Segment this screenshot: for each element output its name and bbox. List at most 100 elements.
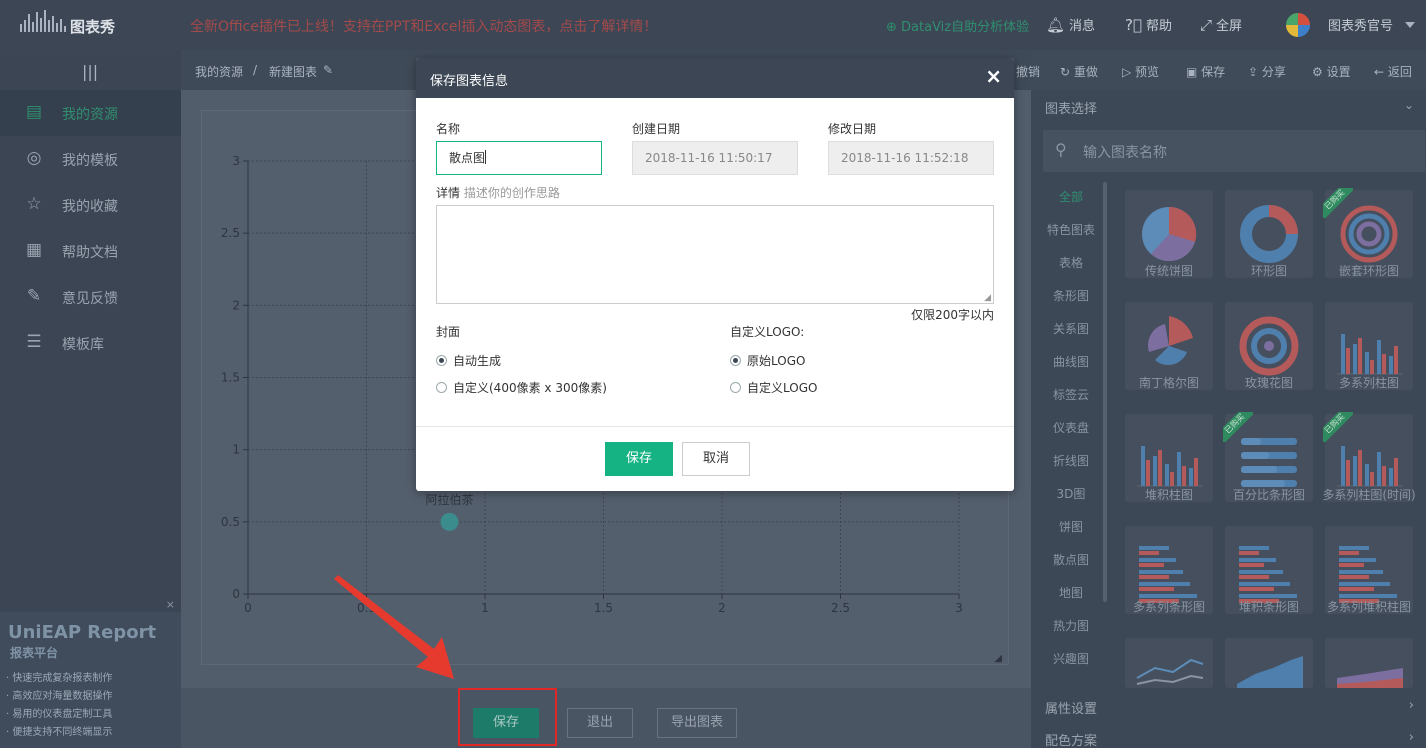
category-item[interactable]: 地图	[1031, 584, 1111, 601]
category-item[interactable]: 表格	[1031, 254, 1111, 271]
category-item[interactable]: 条形图	[1031, 287, 1111, 304]
datav-link[interactable]: ⊕ DataViz自助分析体验	[886, 16, 1029, 35]
chart-thumbnail-label[interactable]: 堆积条形图	[1219, 600, 1319, 614]
chevron-right-icon[interactable]: ›	[1409, 698, 1414, 713]
category-item[interactable]: 饼图	[1031, 518, 1111, 535]
chart-thumbnail-label[interactable]: 多系列柱图(时间)	[1319, 488, 1419, 502]
chart-thumbnail[interactable]	[1125, 638, 1213, 688]
close-icon[interactable]: ×	[166, 598, 175, 611]
chart-thumbnail-label[interactable]: 嵌套环形图	[1319, 264, 1419, 278]
category-item[interactable]: 兴趣图	[1031, 650, 1111, 667]
category-item[interactable]: 折线图	[1031, 452, 1111, 469]
chart-thumbnail-label[interactable]: 多系列柱图	[1319, 376, 1419, 390]
category-item[interactable]: 热力图	[1031, 617, 1111, 634]
save-chart-dialog: 保存图表信息 × 名称 创建日期 修改日期 散点图 2018-11-16 11:…	[416, 58, 1014, 491]
fullscreen-button[interactable]: ⤢ 全屏	[1200, 15, 1242, 34]
y-tick-label: 2.5	[221, 226, 240, 240]
back-button[interactable]: ← 返回	[1374, 63, 1412, 80]
color-scheme-header[interactable]: 配色方案	[1045, 730, 1097, 748]
chart-thumbnail-label[interactable]: 堆积柱图	[1119, 488, 1219, 502]
sidebar-item-feedback[interactable]: ✎ 意见反馈	[0, 274, 181, 320]
chart-thumbnail-label[interactable]: 玫瑰花图	[1219, 376, 1319, 390]
detail-textarea[interactable]: ◢	[436, 205, 994, 304]
datav-label: DataViz自助分析体验	[901, 20, 1030, 35]
chart-thumbnail-label[interactable]: 南丁格尔图	[1119, 376, 1219, 390]
dialog-cancel-button[interactable]: 取消	[682, 442, 750, 476]
preview-button[interactable]: ▷ 预览	[1122, 63, 1159, 80]
sidebar-item-my-templates[interactable]: ◎ 我的模板	[0, 136, 181, 182]
announcement-link[interactable]: 全新Office插件已上线！支持在PPT和Excel插入动态图表，点击了解详情！	[190, 16, 657, 36]
sidebar-item-favorites[interactable]: ☆ 我的收藏	[0, 182, 181, 228]
breadcrumb-current: 新建图表	[269, 65, 318, 79]
messages-label: 消息	[1069, 19, 1096, 34]
chart-thumbnail[interactable]	[1325, 638, 1413, 688]
chart-thumbnail-label[interactable]: 多系列条形图	[1119, 600, 1219, 614]
cover-custom-radio[interactable]: 自定义(400像素 x 300像素)	[436, 379, 607, 396]
chevron-down-icon[interactable]	[1405, 22, 1415, 28]
promo-title: UniEAP Report	[8, 622, 157, 643]
redo-label: 重做	[1073, 65, 1098, 79]
radio-label: 自动生成	[453, 354, 502, 368]
editor-toolbar: 撤销 ↻ 重做 ▷ 预览 ▣ 保存 ⇪ 分享 ⚙ 设置 ← 返回	[1010, 50, 1426, 90]
redo-button[interactable]: ↻ 重做	[1060, 63, 1098, 80]
category-item[interactable]: 关系图	[1031, 320, 1111, 337]
messages-button[interactable]: 🔔︎ 消息	[1046, 15, 1095, 34]
chevron-down-icon[interactable]: ⌄	[1404, 98, 1414, 112]
exit-button[interactable]: 退出	[567, 708, 633, 738]
promo-feature: · 便捷支持不同终端显示	[6, 727, 113, 738]
edit-icon[interactable]: ✎	[323, 63, 333, 77]
detail-label-text: 详情	[436, 186, 461, 200]
x-tick-label: 0	[244, 601, 252, 615]
breadcrumb-root[interactable]: 我的资源	[195, 63, 243, 80]
export-chart-button[interactable]: 导出图表	[657, 708, 737, 738]
category-item[interactable]: 仪表盘	[1031, 419, 1111, 436]
sidebar-item-help-docs[interactable]: ▦ 帮助文档	[0, 228, 181, 274]
resize-handle-icon[interactable]: ◢	[984, 293, 991, 303]
category-item[interactable]: 特色图表	[1031, 221, 1111, 238]
category-item[interactable]: 3D图	[1031, 485, 1111, 502]
modified-date-label: 修改日期	[828, 122, 877, 136]
promo-banner[interactable]: × UniEAP Report 报表平台 · 快速完成复杂报表制作 · 高效应对…	[0, 598, 181, 748]
share-label: 分享	[1261, 65, 1286, 79]
category-item[interactable]: 曲线图	[1031, 353, 1111, 370]
logo-original-radio[interactable]: 原始LOGO	[730, 352, 805, 369]
red-arrow-annotation	[334, 575, 454, 679]
y-tick-label: 3	[232, 154, 240, 168]
toolbar-save-button[interactable]: ▣ 保存	[1186, 63, 1225, 80]
category-item[interactable]: 全部	[1031, 188, 1111, 205]
save-label: 保存	[1201, 65, 1226, 79]
x-tick-label: 2.5	[831, 601, 850, 615]
category-item[interactable]: 散点图	[1031, 551, 1111, 568]
help-button[interactable]: ?⃝ 帮助	[1125, 15, 1172, 34]
chevron-right-icon[interactable]: ›	[1409, 730, 1414, 745]
chart-thumbnail[interactable]	[1225, 638, 1313, 688]
sidebar-item-template-library[interactable]: ☰ 模板库	[0, 320, 181, 366]
category-item[interactable]: 标签云	[1031, 386, 1111, 403]
chart-thumbnail-label[interactable]: 多系列堆积柱图	[1319, 600, 1419, 614]
attr-settings-header[interactable]: 属性设置	[1045, 698, 1097, 717]
account-name[interactable]: 图表秀官号	[1328, 15, 1393, 34]
name-input[interactable]: 散点图	[436, 141, 602, 175]
radio-unchecked-icon	[436, 382, 447, 393]
chart-search-input[interactable]: ⚲ 输入图表名称	[1043, 130, 1425, 172]
chart-thumbnail-label[interactable]: 传统饼图	[1119, 264, 1219, 278]
created-date-field: 2018-11-16 11:50:17	[632, 141, 798, 175]
app-logo[interactable]: 图表秀	[18, 8, 133, 38]
search-placeholder: 输入图表名称	[1083, 145, 1167, 161]
close-icon[interactable]: ×	[985, 66, 1002, 86]
menu-collapse-icon[interactable]: |||	[82, 62, 98, 81]
undo-button[interactable]: 撤销	[1016, 63, 1040, 80]
cover-auto-radio[interactable]: 自动生成	[436, 352, 501, 369]
sidebar-item-my-resources[interactable]: ▤ 我的资源	[0, 90, 181, 136]
sidebar-item-label: 我的模板	[62, 153, 118, 169]
logo-custom-radio[interactable]: 自定义LOGO	[730, 379, 817, 396]
dialog-save-button[interactable]: 保存	[605, 442, 673, 476]
avatar[interactable]	[1286, 13, 1310, 37]
chart-thumbnail-label[interactable]: 百分比条形图	[1219, 488, 1319, 502]
share-button[interactable]: ⇪ 分享	[1248, 63, 1286, 80]
chart-thumbnail-label[interactable]: 环形图	[1219, 264, 1319, 278]
name-label: 名称	[436, 122, 461, 136]
settings-button[interactable]: ⚙ 设置	[1312, 63, 1351, 80]
char-limit-hint: 仅限200字以内	[911, 308, 994, 322]
arrow-left-icon: ←	[1374, 65, 1388, 79]
